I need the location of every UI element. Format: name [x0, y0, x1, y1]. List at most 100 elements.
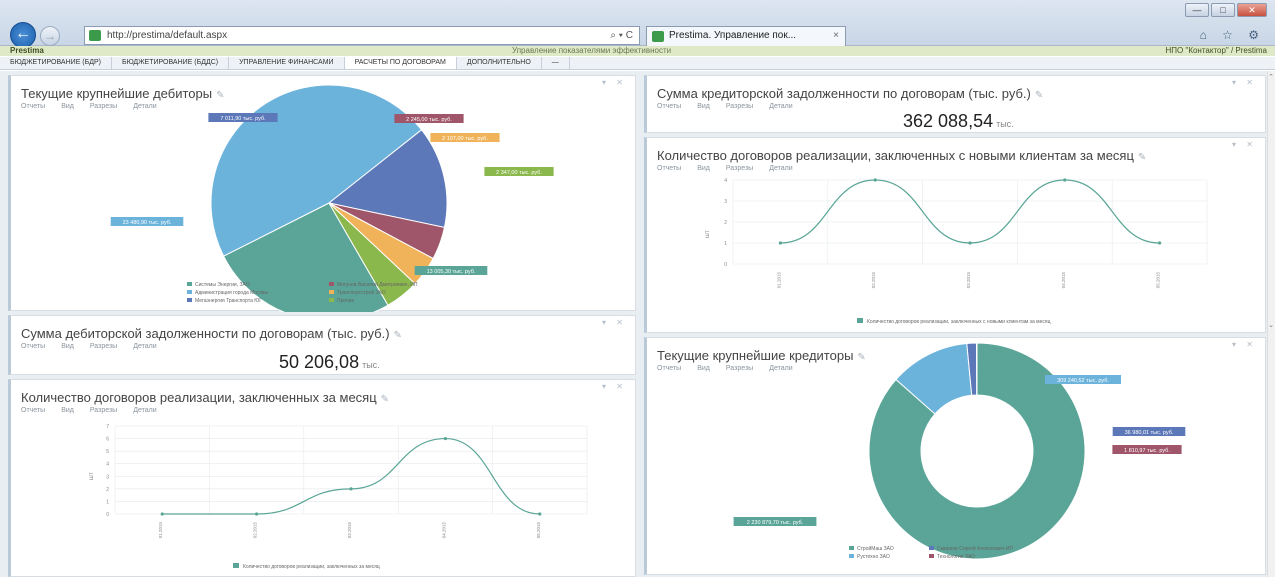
y-tick-label: 2	[106, 487, 109, 493]
tab-favicon-icon	[652, 31, 664, 42]
data-label: 2 230 879,70 тыс. руб.	[747, 520, 804, 526]
scroll-up-icon[interactable]: ⌃	[1267, 73, 1275, 81]
data-point[interactable]	[874, 178, 877, 181]
data-point[interactable]	[161, 512, 164, 515]
data-point[interactable]	[444, 437, 447, 440]
x-tick-label: 04.2015	[1061, 272, 1066, 289]
data-point[interactable]	[538, 512, 541, 515]
forward-button[interactable]: →	[40, 26, 60, 46]
link-sections[interactable]: Разрезы	[726, 103, 753, 110]
debtors-card: ▾ ✕ Текущие крупнейшие дебиторы✎ Отчеты …	[8, 75, 636, 311]
tab-contracts[interactable]: Расчеты по договорам	[345, 57, 457, 69]
close-window-button[interactable]: ✕	[1237, 3, 1267, 17]
y-tick-label: 1	[724, 241, 727, 247]
card-menu-icon[interactable]: ▾ ✕	[602, 318, 627, 327]
receivables-unit: тыс.	[362, 360, 380, 370]
legend-item[interactable]: Системы Энергии, ЗАО	[195, 282, 250, 288]
legend-item[interactable]: СтройМаш ЗАО	[857, 545, 894, 552]
link-details[interactable]: Детали	[769, 103, 792, 110]
address-bar[interactable]: http://prestima/default.aspx ⌕ ▾ C	[84, 26, 640, 45]
data-point[interactable]	[968, 241, 971, 244]
x-tick-label: 04.2015	[441, 522, 446, 539]
legend-swatch	[187, 298, 192, 302]
x-tick-label: 01.2015	[776, 272, 781, 289]
data-label: 36 980,01 тыс. руб.	[1125, 430, 1174, 436]
tab-bdds[interactable]: Бюджетирование (БДДС)	[112, 57, 229, 69]
data-point[interactable]	[1063, 178, 1066, 181]
legend-swatch	[329, 282, 334, 286]
link-details[interactable]: Детали	[133, 343, 156, 350]
legend-item[interactable]: Администрация города Москвы	[195, 290, 269, 296]
link-view[interactable]: Вид	[697, 103, 710, 110]
link-view[interactable]: Вид	[61, 343, 74, 350]
maximize-button[interactable]: □	[1211, 3, 1235, 17]
legend-item[interactable]: Рустехно ЗАО	[857, 554, 890, 560]
y-axis-label: шт	[705, 230, 711, 238]
contracts-month-card: ▾ ✕ Количество договоров реализации, зак…	[8, 379, 636, 577]
receivables-title: Сумма дебиторской задолженности по догов…	[21, 326, 390, 341]
edit-icon[interactable]: ✎	[1035, 90, 1043, 101]
legend-item[interactable]: Мигунов Василий Дмитриевич, ИП	[337, 281, 418, 288]
y-tick-label: 7	[106, 424, 109, 430]
data-label: 1 810,97 тыс. руб.	[1124, 448, 1170, 454]
data-point[interactable]	[255, 512, 258, 515]
data-point[interactable]	[349, 487, 352, 490]
y-tick-label: 0	[106, 512, 109, 518]
legend-item[interactable]: Транспортстрой ЗАО	[337, 289, 386, 296]
app-logo[interactable]: Prestima	[10, 46, 44, 56]
link-reports[interactable]: Отчеты	[21, 343, 45, 350]
link-reports[interactable]: Отчеты	[657, 103, 681, 110]
link-sections[interactable]: Разрезы	[90, 343, 117, 350]
tab-bdr[interactable]: Бюджетирование (БДР)	[0, 57, 112, 69]
y-tick-label: 1	[106, 499, 109, 505]
tab-finance[interactable]: Управление финансами	[229, 57, 344, 69]
legend-swatch	[233, 563, 239, 568]
browser-tools-icon[interactable]: ⌂ ☆ ⚙	[1200, 28, 1265, 42]
data-label: 2 347,00 тыс. руб.	[496, 170, 542, 176]
data-point[interactable]	[1158, 241, 1161, 244]
legend-item[interactable]: Технологии ЗАО	[937, 554, 975, 560]
legend-swatch	[929, 546, 934, 550]
receivables-value: 50 206,08тыс.	[279, 352, 380, 373]
x-tick-label: 05.2015	[1156, 272, 1161, 289]
legend-item[interactable]: Мегаэнергия Транспорта ЮГ	[195, 298, 262, 304]
legend-swatch	[849, 546, 854, 550]
search-refresh-icon[interactable]: ⌕ ▾ C	[610, 27, 633, 44]
edit-icon[interactable]: ✎	[394, 330, 402, 341]
card-title: Сумма кредиторской задолженности по дого…	[657, 86, 1043, 101]
tab-more[interactable]: —	[542, 57, 570, 69]
data-point[interactable]	[779, 241, 782, 244]
scroll-down-icon[interactable]: ⌄	[1267, 321, 1275, 329]
legend-swatch	[187, 282, 192, 286]
payables-value: 362 088,54тыс.	[903, 111, 1014, 132]
legend-swatch	[929, 554, 934, 558]
legend-item[interactable]: Смирнов Сергей Алексеевич ИП	[937, 545, 1013, 552]
app-user[interactable]: НПО "Контактор" / Prestima	[1166, 46, 1268, 56]
payables-title: Сумма кредиторской задолженности по дого…	[657, 86, 1031, 101]
minimize-button[interactable]: —	[1185, 3, 1209, 17]
x-tick-label: 01.2015	[158, 522, 163, 539]
legend-label: Количество договоров реализации, заключе…	[867, 319, 1051, 325]
page-scrollbar[interactable]: ⌄ ⌃	[1267, 71, 1275, 577]
legend-item[interactable]: Прочие	[337, 298, 354, 304]
legend-swatch	[849, 554, 854, 558]
tab-additional[interactable]: Дополнительно	[457, 57, 542, 69]
creditors-card: ▾ ✕ Текущие крупнейшие кредиторы✎ Отчеты…	[644, 337, 1266, 575]
x-tick-label: 05.2015	[536, 522, 541, 539]
x-tick-label: 02.2015	[871, 272, 876, 289]
y-tick-label: 5	[106, 449, 109, 455]
back-button[interactable]: ←	[10, 22, 36, 48]
series-line	[780, 180, 1159, 243]
tab-close-icon[interactable]: ×	[833, 27, 839, 45]
legend-swatch	[329, 290, 334, 294]
data-label: 13 005,30 тыс. руб.	[427, 269, 476, 275]
data-label: 2 245,00 тыс. руб.	[406, 117, 452, 123]
card-menu-icon[interactable]: ▾ ✕	[1232, 78, 1257, 87]
y-tick-label: 3	[106, 474, 109, 480]
browser-tab[interactable]: Prestima. Управление пок... ×	[646, 26, 846, 46]
receivables-amount: 50 206,08	[279, 352, 359, 372]
data-label: 23 480,90 тыс. руб.	[123, 220, 172, 226]
y-tick-label: 6	[106, 437, 109, 443]
y-tick-label: 0	[724, 262, 727, 268]
card-links: Отчеты Вид Разрезы Детали	[21, 343, 157, 350]
